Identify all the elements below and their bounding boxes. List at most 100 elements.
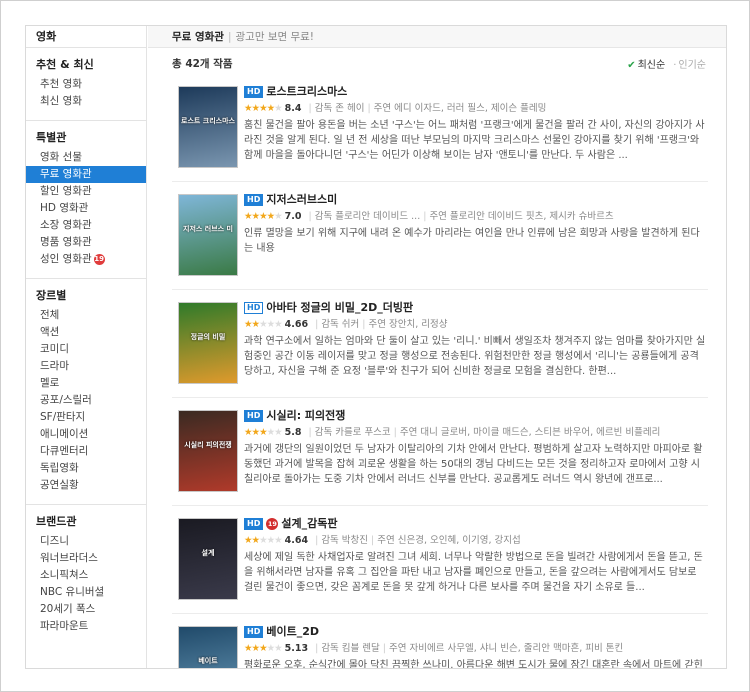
movie-title-link[interactable]: 로스트크리스마스: [266, 85, 347, 98]
sidebar-item[interactable]: 워너브라더스: [26, 550, 146, 567]
movie-cast: 주연 에디 이자드, 러러 필스, 제이슨 플레밍: [373, 103, 547, 114]
sidebar-item[interactable]: 할인 영화관: [26, 183, 146, 200]
sidebar-item-label: 공포/스릴러: [40, 394, 92, 406]
movie-poster[interactable]: 지저스 러브스 미: [178, 194, 238, 276]
sort-latest-label: 최신순: [637, 60, 666, 71]
list-header: 총 42개 작품 ✔ 최신순 · 인기순: [148, 48, 726, 74]
sidebar-item[interactable]: SF/판타지: [26, 409, 146, 426]
sort-options: ✔ 최신순 · 인기순: [627, 56, 706, 71]
movie-info: HD 지저스러브스미 ★★★★★ 7.0 | 감독 플로리안 데이비드 ... | 주연 플로…: [244, 192, 708, 271]
movie-description: 훔친 물건을 팔아 용돈을 버는 소년 '구스'는 어느 패처럼 '프랭크'에게…: [244, 120, 705, 161]
star-icon: ★: [266, 643, 275, 654]
rating-score: 8.4: [284, 103, 302, 114]
sidebar-item[interactable]: 다큐멘터리: [26, 443, 146, 460]
sidebar-item[interactable]: 코미디: [26, 341, 146, 358]
movie-description: 평화로운 오후, 순식간에 몰아 닥친 끔찍한 쓰나미. 아름다운 해변 도시가…: [244, 660, 703, 669]
sidebar-item[interactable]: 영화 선물: [26, 149, 146, 166]
sidebar-item-label: 영화 선물: [40, 151, 82, 163]
sidebar-item[interactable]: 명품 영화관: [26, 234, 146, 251]
sidebar-item[interactable]: 최신 영화: [26, 93, 146, 110]
movie-info: HD 19 설계_감독판 ★★★★★ 4.64 | 감독 박창진 | 주연 신은경, 오인혜, …: [244, 516, 708, 595]
sidebar-item[interactable]: 액션: [26, 324, 146, 341]
star-icon: ★: [266, 103, 275, 114]
star-icon: ★: [244, 211, 252, 222]
movie-description: 과학 연구소에서 일하는 엄마와 단 둘이 살고 있는 '리니.' 비빼서 생일…: [244, 336, 706, 377]
sidebar-item[interactable]: 20세기 폭스: [26, 601, 146, 618]
star-icon: ★: [244, 319, 252, 330]
meta-divider: |: [382, 643, 386, 654]
rating-score: 4.64: [284, 535, 309, 546]
page-frame: 영화 추천 & 최신추천 영화 최신 영화특별관영화 선물무료 영화관 할인 영화관…: [0, 0, 750, 692]
rating-score: 5.8: [284, 427, 302, 438]
star-icon: ★: [274, 103, 282, 114]
sidebar-item[interactable]: 독립영화: [26, 460, 146, 477]
sidebar-item[interactable]: 소니픽쳐스: [26, 567, 146, 584]
rating-score: 5.13: [284, 643, 309, 654]
movie-cast: 주연 대니 글로버, 마이클 매드슨, 스티븐 바우어, 에르빈 비플레리: [399, 427, 661, 438]
movie-director: 감독 쉬커: [321, 319, 360, 330]
sidebar-item[interactable]: 공포/스릴러: [26, 392, 146, 409]
sidebar-item-label: 소니픽쳐스: [40, 569, 89, 581]
star-icon: ★: [266, 427, 275, 438]
adult-19-badge: 19: [93, 254, 105, 265]
movie-poster[interactable]: 설계: [178, 518, 238, 600]
sidebar-group-heading: 장르별: [36, 289, 67, 302]
star-icon: ★: [251, 427, 260, 438]
sidebar-item-label: 전체: [40, 309, 60, 321]
movie-meta: ★★★★★ 7.0 | 감독 플로리안 데이비드 ... | 주연 플로리안 데이비드 핏…: [244, 209, 708, 224]
movie-poster[interactable]: 정글의 비밀: [178, 302, 238, 384]
sidebar-item-label: 소장 영화관: [40, 219, 92, 231]
poster-title: 시실리 피의전쟁: [184, 441, 232, 449]
adult-19-badge: 19: [266, 518, 279, 530]
content-panel: 영화 추천 & 최신추천 영화 최신 영화특별관영화 선물무료 영화관 할인 영화관…: [25, 25, 727, 669]
movie-list: 로스트 크리스마스 HD 로스트크리스마스 ★★★★★ 8.4 | 감독 존 헤이 | 주연 에…: [148, 74, 726, 669]
sidebar-item[interactable]: 디즈니: [26, 533, 146, 550]
movie-title-link[interactable]: 시실리: 피의전쟁: [266, 409, 345, 422]
movie-poster[interactable]: 베이트: [178, 626, 238, 668]
sidebar-item[interactable]: NBC 유니버셜: [26, 584, 146, 601]
sidebar-item-label: 독립영화: [40, 462, 79, 474]
movie-meta: ★★★★★ 8.4 | 감독 존 헤이 | 주연 에디 이자드, 러러 필스, 제이슨 플…: [244, 101, 708, 116]
movie-title-link[interactable]: 아바타 정글의 비밀_2D_더빙판: [266, 301, 413, 314]
sort-popular-button[interactable]: · 인기순: [673, 60, 706, 71]
sidebar-item[interactable]: 무료 영화관: [26, 166, 146, 183]
sidebar-group-heading: 추천 & 최신: [36, 58, 94, 71]
movie-title-link[interactable]: 베이트_2D: [266, 625, 319, 638]
meta-divider: |: [367, 103, 371, 114]
star-rating: ★★★★★: [244, 103, 283, 114]
meta-divider: |: [308, 103, 312, 114]
sidebar-item[interactable]: 소장 영화관: [26, 217, 146, 234]
sidebar-item[interactable]: 전체: [26, 307, 146, 324]
poster-title: 베이트: [198, 657, 218, 665]
rating-score: 7.0: [284, 211, 302, 222]
star-icon: ★: [274, 643, 282, 654]
movie-director: 감독 존 헤이: [314, 103, 365, 114]
sort-latest-button[interactable]: ✔ 최신순: [627, 60, 665, 71]
movie-meta: ★★★★★ 4.66 | 감독 쉬커 | 주연 장안치, 리정샹: [244, 317, 708, 332]
movie-poster[interactable]: 로스트 크리스마스: [178, 86, 238, 168]
sidebar-item[interactable]: 추천 영화: [26, 76, 146, 93]
movie-director: 감독 킴블 렌달: [321, 643, 380, 654]
movie-title-link[interactable]: 지저스러브스미: [266, 193, 337, 206]
star-icon: ★: [244, 643, 252, 654]
hd-badge: HD: [244, 86, 264, 98]
sidebar-item[interactable]: 애니메이션: [26, 426, 146, 443]
movie-poster[interactable]: 시실리 피의전쟁: [178, 410, 238, 492]
meta-divider: |: [315, 319, 319, 330]
sidebar-item[interactable]: 드라마: [26, 358, 146, 375]
sidebar-item-label: 디즈니: [40, 535, 69, 547]
sidebar-group-heading: 특별관: [36, 131, 67, 144]
sidebar-item[interactable]: 파라마운트: [26, 618, 146, 635]
sidebar-root-title[interactable]: 영화: [26, 26, 146, 48]
movie-cast: 주연 장안치, 리정샹: [368, 319, 448, 330]
meta-divider: |: [315, 643, 319, 654]
sidebar-item[interactable]: HD 영화관: [26, 200, 146, 217]
star-icon: ★: [259, 211, 267, 222]
star-icon: ★: [266, 535, 275, 546]
movie-item: 정글의 비밀 HD 아바타 정글의 비밀_2D_더빙판 ★★★★★ 4.66 | 감독 쉬커…: [172, 290, 708, 398]
sidebar-item[interactable]: 멜로: [26, 375, 146, 392]
movie-title-link[interactable]: 설계_감독판: [281, 517, 337, 530]
star-icon: ★: [244, 427, 252, 438]
sidebar-item[interactable]: 성인 영화관 19: [26, 251, 146, 268]
sidebar-item[interactable]: 공연실황: [26, 477, 146, 494]
